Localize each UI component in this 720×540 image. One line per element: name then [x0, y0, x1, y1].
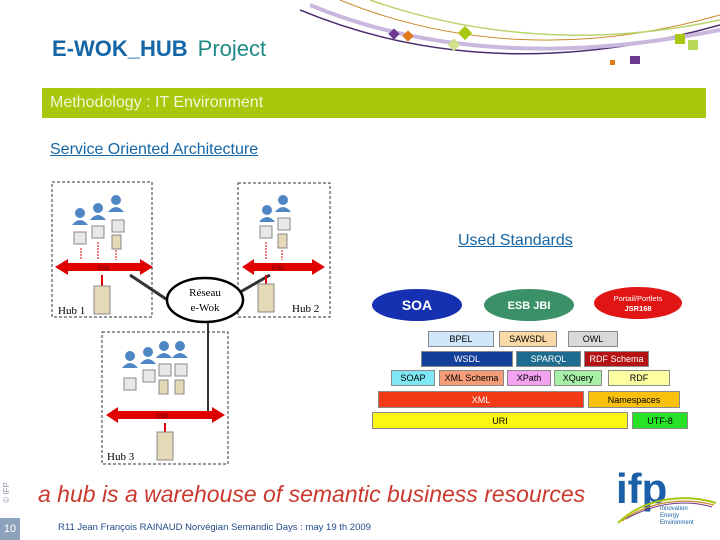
- std-label: OWL: [582, 334, 604, 344]
- copyright-notice: © IFP: [1, 478, 18, 508]
- hub-label: Hub 3: [107, 451, 135, 463]
- slide-title: E-WOK_HUB Project: [52, 36, 266, 62]
- std-label: UTF-8: [647, 415, 673, 426]
- esb-label: ESB: [156, 414, 168, 420]
- oval-portlets-label-line1: Portail/Portlets: [614, 294, 663, 303]
- std-wsdl: WSDL: [421, 351, 513, 367]
- esb-label: ESB: [98, 266, 110, 272]
- std-label: XQuery: [562, 373, 594, 383]
- std-namespaces: Namespaces: [588, 391, 680, 408]
- std-label: BPEL: [449, 334, 473, 344]
- hub-2: ESB Hub 2: [237, 182, 331, 318]
- hub-3: ESB Hub 3: [101, 331, 229, 465]
- standards-stack: SOA ESB JBI Portail/Portlets JSR168 BPEL…: [370, 285, 690, 435]
- std-label: XML Schema: [444, 373, 499, 383]
- section-band-label: Methodology : IT Environment: [50, 94, 264, 111]
- used-standards-link[interactable]: Used Standards: [458, 232, 573, 250]
- std-sawsdl: SAWSDL: [499, 331, 557, 347]
- std-label: URI: [492, 415, 508, 426]
- title-suffix: Project: [197, 36, 267, 61]
- std-uri: URI: [372, 412, 628, 429]
- header-decoration: [300, 0, 720, 65]
- oval-portlets: [594, 287, 682, 319]
- std-xquery: XQuery: [554, 370, 602, 386]
- std-sparql: SPARQL: [516, 351, 581, 367]
- hub-1: ESB Hub 1: [51, 181, 153, 318]
- standards-ovals: SOA ESB JBI Portail/Portlets JSR168: [372, 287, 682, 321]
- ifp-logo: ifp Innovation Energy Environment: [616, 465, 717, 526]
- section-band: Methodology : IT Environment: [42, 88, 706, 118]
- std-label: WSDL: [453, 354, 480, 364]
- std-utf8: UTF-8: [632, 412, 688, 429]
- std-xml-schema: XML Schema: [439, 370, 504, 386]
- std-label: RDF: [629, 373, 649, 383]
- hub-label: Hub 1: [58, 305, 85, 317]
- soa-hub-diagram: ESB Hub 1 ESB Hub 2 Réseau e-Wok ESB Hub…: [51, 181, 331, 465]
- std-rdf-schema: RDF Schema: [584, 351, 649, 367]
- std-xpath: XPath: [507, 370, 551, 386]
- logo-letters: ifp: [616, 465, 667, 512]
- copyright-text: © IFP: [1, 482, 11, 503]
- std-label: SOAP: [400, 373, 426, 383]
- oval-soa-label: SOA: [402, 297, 432, 313]
- page-number: 10: [0, 518, 20, 540]
- logo-tagline-1: Innovation: [660, 506, 688, 512]
- std-owl: OWL: [568, 331, 618, 347]
- title-project-name: E-WOK_HUB: [52, 36, 188, 61]
- std-label: SPARQL: [530, 354, 567, 364]
- network-label-line1: Réseau: [189, 287, 221, 299]
- std-rdf: RDF: [608, 370, 670, 386]
- std-xml: XML: [378, 391, 584, 408]
- oval-portlets-label-line2: JSR168: [624, 304, 651, 313]
- soa-heading-link[interactable]: Service Oriented Architecture: [50, 141, 258, 159]
- std-label: RDF Schema: [589, 354, 644, 364]
- tagline: a hub is a warehouse of semantic busines…: [38, 481, 586, 507]
- esb-label: ESB: [272, 266, 284, 272]
- logo-tagline-3: Environment: [660, 520, 694, 526]
- footer-text: R11 Jean François RAINAUD Norvégian Sema…: [58, 522, 371, 533]
- std-label: XML: [471, 394, 491, 405]
- std-label: XPath: [516, 373, 542, 383]
- std-bpel: BPEL: [428, 331, 494, 347]
- std-label: SAWSDL: [509, 334, 547, 344]
- std-label: Namespaces: [607, 394, 661, 405]
- logo-tagline-2: Energy: [660, 513, 679, 519]
- hub-label: Hub 2: [292, 303, 319, 315]
- ewok-network: Réseau e-Wok: [165, 276, 245, 324]
- network-label-line2: e-Wok: [190, 302, 220, 314]
- oval-esb-jbi-label: ESB JBI: [508, 300, 551, 312]
- std-soap: SOAP: [391, 370, 435, 386]
